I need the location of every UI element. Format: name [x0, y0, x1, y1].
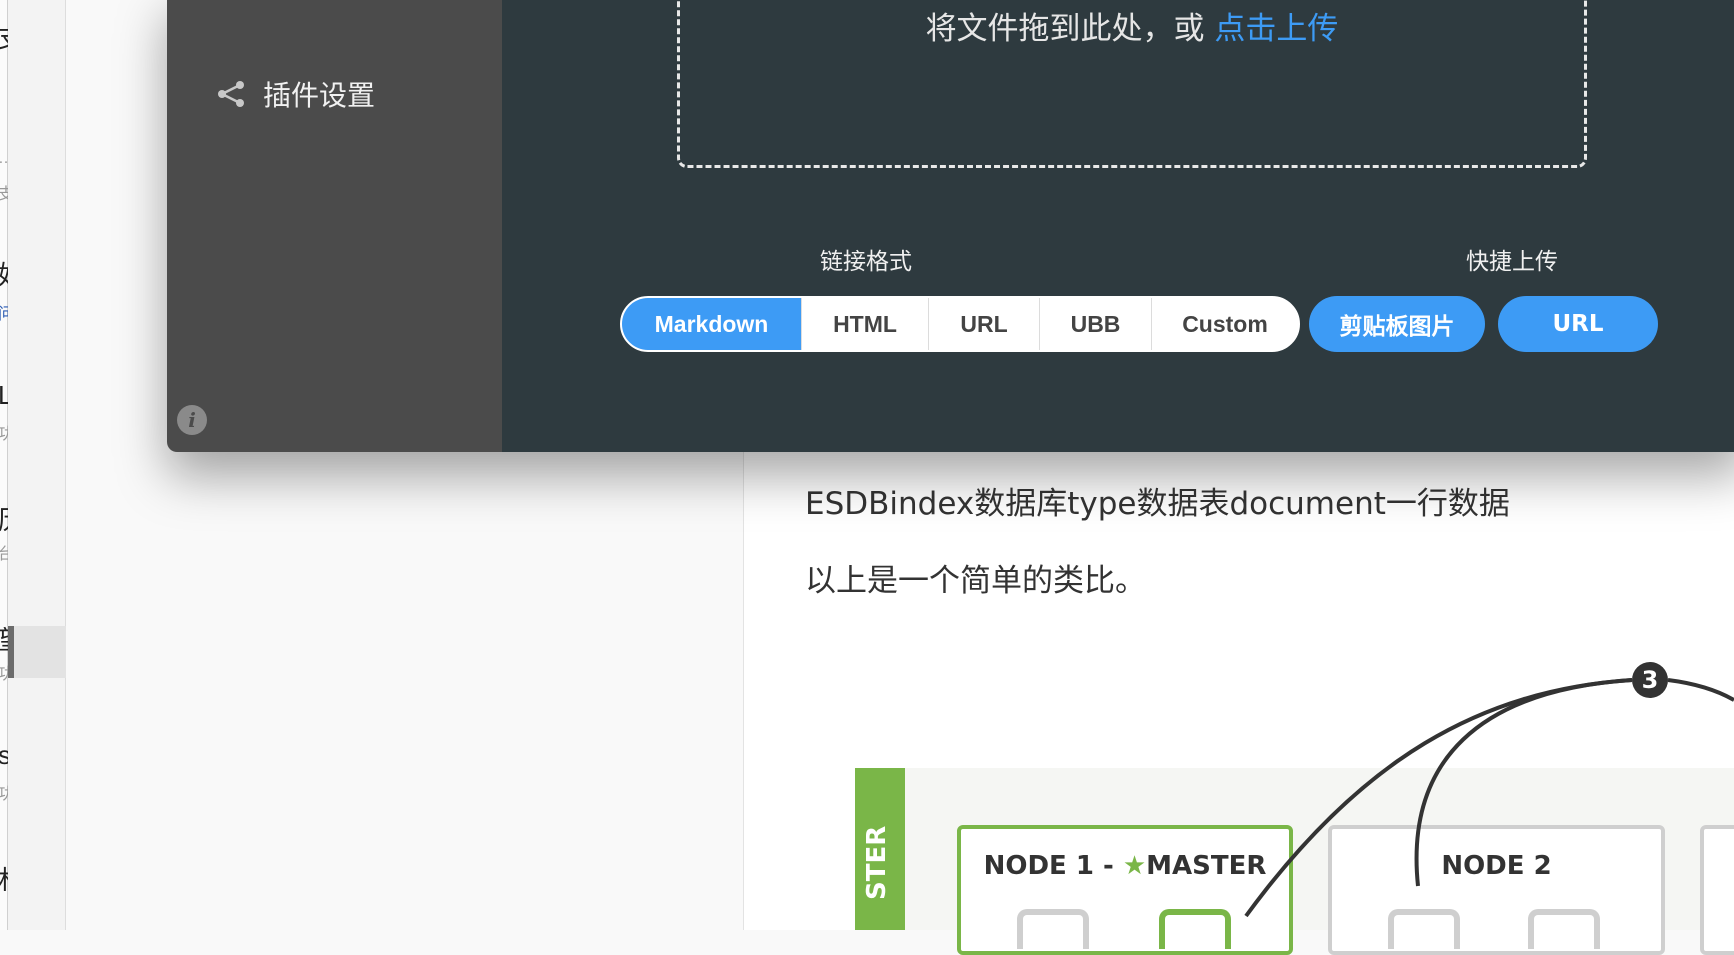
sidebar-item-settings[interactable]	[215, 0, 373, 4]
upload-dropzone[interactable]: 将文件拖到此处，或 点击上传	[677, 0, 1587, 168]
background-sidebar-scroll-indicator	[8, 626, 14, 678]
cluster-node-3	[1700, 825, 1734, 955]
cluster-node-2: NODE 2	[1328, 825, 1665, 955]
link-format-option-html[interactable]: HTML	[801, 298, 928, 350]
quick-upload-label: 快捷上传	[1466, 249, 1558, 275]
primary-shard-icon	[1159, 909, 1231, 949]
sidebar-item-label: 插件设置	[263, 79, 376, 112]
info-icon[interactable]: i	[177, 405, 207, 435]
cluster-node-1: NODE 1 - ★MASTER	[957, 825, 1293, 955]
link-format-option-custom[interactable]: Custom	[1151, 298, 1298, 350]
dropzone-text: 将文件拖到此处，或 点击上传	[680, 3, 1584, 48]
gear-icon	[215, 0, 247, 4]
node-title: NODE 2	[1441, 851, 1552, 881]
background-sidebar	[8, 0, 66, 930]
uploader-sidebar: 插件设置 i	[167, 0, 502, 452]
share-icon	[218, 81, 244, 107]
uploader-main: 将文件拖到此处，或 点击上传 链接格式 快捷上传 Markdown HTML U…	[502, 0, 1734, 452]
shard-icon	[1017, 909, 1089, 949]
shard-icon	[1388, 909, 1460, 949]
click-upload-link[interactable]: 点击上传	[1214, 11, 1338, 47]
link-format-option-url[interactable]: URL	[928, 298, 1039, 350]
upload-clipboard-image-button[interactable]: 剪贴板图片	[1309, 296, 1485, 352]
cluster-vertical-label: STER	[862, 826, 892, 900]
sidebar-item-plugin-settings[interactable]: 插件设置	[215, 74, 375, 114]
link-format-option-markdown[interactable]: Markdown	[622, 298, 801, 350]
link-format-option-ubb[interactable]: UBB	[1039, 298, 1151, 350]
step-badge: 3	[1632, 662, 1668, 698]
background-window-edge: 支 … 支 好 问 L 功 历 台 望 功 s 功 材	[0, 0, 24, 930]
shard-icon	[1528, 909, 1600, 949]
link-format-selector: Markdown HTML URL UBB Custom	[620, 296, 1300, 352]
node-title: NODE 1 - ★MASTER	[983, 851, 1267, 881]
document-paragraph: 以上是一个简单的类比。	[805, 563, 1146, 599]
document-paragraph: ESDBindex数据库type数据表document一行数据	[805, 486, 1510, 522]
star-icon: ★	[1122, 851, 1147, 881]
upload-url-button[interactable]: URL	[1498, 296, 1658, 352]
link-format-label: 链接格式	[820, 249, 912, 275]
dropzone-prompt: 将文件拖到此处，或	[925, 11, 1205, 47]
uploader-window: 插件设置 i 将文件拖到此处，或 点击上传 链接格式 快捷上传 Markdown…	[167, 0, 1734, 452]
background-sidebar-selected-row[interactable]	[8, 626, 66, 678]
